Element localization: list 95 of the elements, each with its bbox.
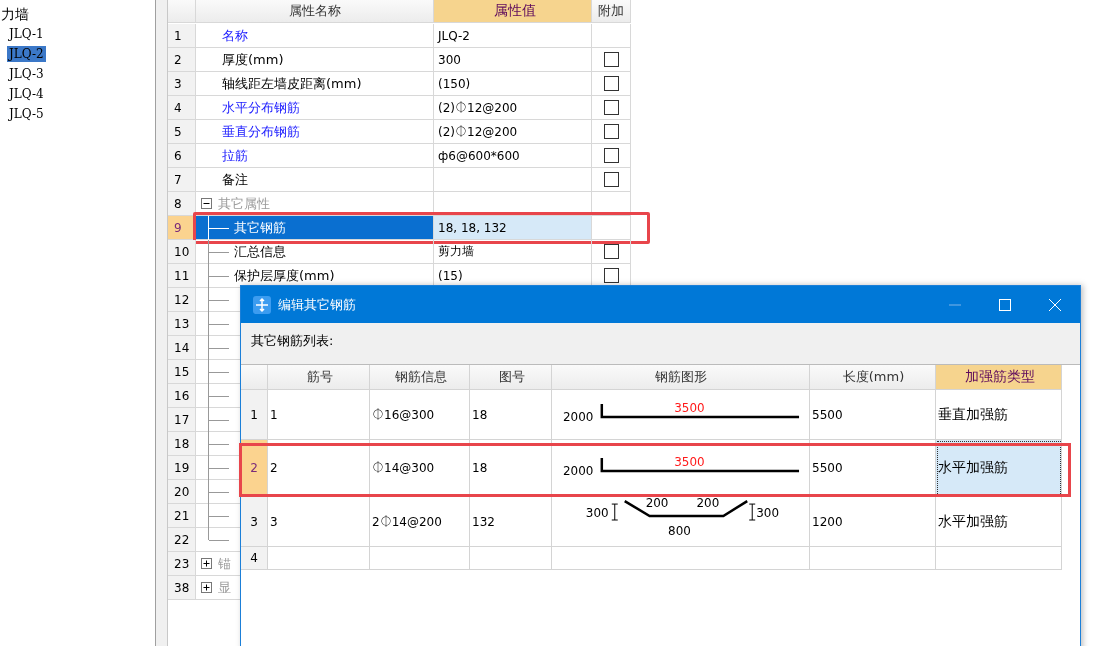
- row-number: 3: [168, 72, 196, 96]
- row-number: 14: [168, 336, 196, 360]
- row-number: 6: [168, 144, 196, 168]
- table-cell: 18: [470, 390, 552, 440]
- property-value-cell[interactable]: ф6@600*600: [434, 144, 592, 168]
- list-label: 其它钢筋列表:: [250, 332, 334, 350]
- row-number: 20: [168, 480, 196, 504]
- column-header: 图号: [470, 365, 552, 390]
- row-number: 1: [168, 24, 196, 48]
- table-cell: 1200: [810, 497, 936, 547]
- dimension-label: 2000: [562, 463, 594, 478]
- table-cell: 3: [268, 497, 370, 547]
- row-number: 8: [168, 192, 196, 216]
- table-cell[interactable]: 水平加强筋: [936, 497, 1062, 547]
- column-header: 钢筋信息: [370, 365, 470, 390]
- row-number: 19: [168, 456, 196, 480]
- row-number: 5: [168, 120, 196, 144]
- window-title: 编辑其它钢筋: [278, 295, 356, 314]
- row-number: 10: [168, 240, 196, 264]
- table-cell: 18: [470, 440, 552, 497]
- row-number: 9: [168, 216, 196, 240]
- row-number: 2: [168, 48, 196, 72]
- column-header: 属性名称: [196, 0, 434, 23]
- property-value-cell[interactable]: 300: [434, 48, 592, 72]
- table-cell: 132: [470, 497, 552, 547]
- property-value-cell[interactable]: (2)⏀12@200: [434, 96, 592, 120]
- table-cell: 2⏀14@200: [370, 497, 470, 547]
- property-name-cell[interactable]: 其它钢筋: [196, 216, 434, 240]
- dimension-label: 300: [756, 506, 779, 520]
- property-name-cell[interactable]: 轴线距左墙皮距离(mm): [196, 72, 434, 96]
- column-header: 属性值: [434, 0, 592, 23]
- row-number: 13: [168, 312, 196, 336]
- dimension-label: 3500: [674, 401, 705, 415]
- tree-item[interactable]: JLQ-1: [7, 26, 46, 42]
- property-name-cell[interactable]: 水平分布钢筋: [196, 96, 434, 120]
- dimension-label: 200: [696, 497, 720, 511]
- row-number: 7: [168, 168, 196, 192]
- property-name: 轴线距左墙皮距离(mm): [221, 74, 362, 93]
- property-value-cell[interactable]: 18, 18, 132: [434, 216, 592, 240]
- dimension-label: 800: [668, 523, 691, 538]
- property-name: 其它钢筋: [233, 218, 286, 237]
- property-name-cell[interactable]: 名称: [196, 24, 434, 48]
- row-number: 38: [168, 576, 196, 600]
- dimension-label: 3500: [674, 454, 705, 469]
- column-header: 附加: [592, 0, 631, 23]
- tree-item[interactable]: JLQ-4: [7, 86, 46, 102]
- table-cell: ⏀14@300: [370, 440, 470, 497]
- row-number: 21: [168, 504, 196, 528]
- table-cell: 1: [268, 390, 370, 440]
- property-name: 拉筋: [221, 146, 248, 165]
- row-number: 15: [168, 360, 196, 384]
- dimension-label: 200: [645, 497, 669, 511]
- row-number: 4: [241, 547, 268, 570]
- property-name: 备注: [221, 170, 248, 189]
- property-name-cell[interactable]: 汇总信息: [196, 240, 434, 264]
- property-name: 垂直分布钢筋: [221, 122, 300, 141]
- property-name: 名称: [221, 26, 248, 45]
- property-name: 其它属性: [217, 194, 270, 213]
- property-value-cell[interactable]: 剪力墙: [434, 240, 592, 264]
- table-cell: 2: [268, 440, 370, 497]
- property-value-cell[interactable]: (150): [434, 72, 592, 96]
- property-name-cell[interactable]: 厚度(mm): [196, 48, 434, 72]
- tree-item[interactable]: JLQ-5: [7, 106, 46, 122]
- table-cell: ⏀16@300: [370, 390, 470, 440]
- property-name: 汇总信息: [233, 242, 286, 261]
- table-cell: 5500: [810, 390, 936, 440]
- tree-item[interactable]: JLQ-2: [7, 46, 46, 62]
- row-number: 22: [168, 528, 196, 552]
- property-name-cell[interactable]: 备注: [196, 168, 434, 192]
- row-number: 3: [241, 497, 268, 547]
- property-name: 厚度(mm): [221, 50, 284, 69]
- row-number: 18: [168, 432, 196, 456]
- row-number: 17: [168, 408, 196, 432]
- property-name-cell[interactable]: 拉筋: [196, 144, 434, 168]
- property-value-cell[interactable]: JLQ-2: [434, 24, 592, 48]
- property-name: 显: [217, 578, 231, 597]
- tree-item[interactable]: JLQ-3: [7, 66, 46, 82]
- row-number: 23: [168, 552, 196, 576]
- dimension-label: 300: [585, 506, 609, 520]
- column-header: 长度(mm): [810, 365, 936, 390]
- tree-item[interactable]: 力墙: [0, 4, 29, 24]
- row-number: 12: [168, 288, 196, 312]
- property-name: 保护层厚度(mm): [233, 266, 335, 285]
- property-name: 水平分布钢筋: [221, 98, 300, 117]
- row-number: 11: [168, 264, 196, 288]
- property-value-cell[interactable]: (2)⏀12@200: [434, 120, 592, 144]
- property-name-cell[interactable]: 垂直分布钢筋: [196, 120, 434, 144]
- dimension-label: 2000: [562, 409, 594, 424]
- property-name: 锚: [217, 554, 231, 573]
- column-header: 钢筋图形: [552, 365, 810, 390]
- column-header: 筋号: [268, 365, 370, 390]
- row-number: 1: [241, 390, 268, 440]
- row-number: 4: [168, 96, 196, 120]
- column-header: 加强筋类型: [936, 365, 1062, 390]
- row-number: 16: [168, 384, 196, 408]
